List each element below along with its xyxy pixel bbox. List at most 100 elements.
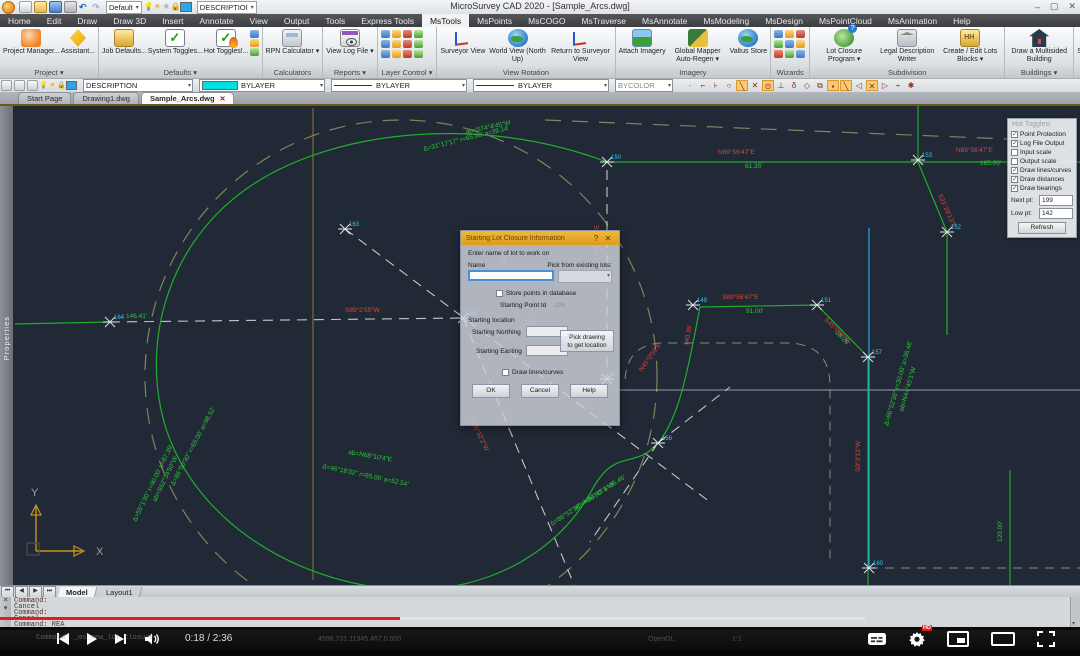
mini-tool-icon[interactable] xyxy=(796,50,805,58)
ribbon-button-draw-a-multisided-building[interactable]: Draw a Multisided Building xyxy=(1008,28,1070,63)
menu-item-edit[interactable]: Edit xyxy=(39,14,70,27)
refresh-button[interactable]: Refresh xyxy=(1018,222,1066,234)
ribbon-button-return-to-surveyor-view[interactable]: Return to Surveyor View xyxy=(550,28,612,63)
mini-tool-icon[interactable] xyxy=(796,40,805,48)
menu-item-help[interactable]: Help xyxy=(945,14,978,27)
toggle-checkbox-log-file-output[interactable]: ✓ xyxy=(1011,140,1018,147)
layer-prev-icon[interactable] xyxy=(14,80,25,91)
pick-lots-dropdown[interactable] xyxy=(558,270,612,283)
menu-item-mstools[interactable]: MsTools xyxy=(422,14,469,27)
ribbon-group-label[interactable]: Layer Control ▾ xyxy=(378,67,437,78)
menu-item-msanimation[interactable]: MsAnimation xyxy=(880,14,945,27)
mini-tool-icon[interactable] xyxy=(774,50,783,58)
color-combo[interactable]: BYLAYER▾ xyxy=(199,79,325,92)
ribbon-group-label[interactable]: Imagery xyxy=(616,67,771,78)
next-pt-input[interactable]: 199 xyxy=(1039,195,1073,206)
mini-tool-icon[interactable] xyxy=(785,40,794,48)
ribbon-button-rpn-calculator[interactable]: RPN Calculator ▾ xyxy=(266,28,320,56)
mini-tool-icon[interactable] xyxy=(250,39,259,47)
layout-tab-layout1[interactable]: Layout1 xyxy=(97,587,141,598)
ribbon-button-create-edit-lots-blocks[interactable]: Create / Edit Lots Blocks ▾ xyxy=(939,28,1001,63)
menu-item-mscogo[interactable]: MsCOGO xyxy=(520,14,573,27)
toggle-checkbox-output-scale[interactable] xyxy=(1011,158,1018,165)
mini-tool-icon[interactable] xyxy=(414,40,423,48)
dialog-close-button[interactable]: ✕ xyxy=(602,234,614,243)
dialog-title-bar[interactable]: Starting Lot Closure Information ? ✕ xyxy=(461,231,619,245)
lineweight-combo[interactable]: BYLAYER▾ xyxy=(473,79,609,92)
snap-icon-0[interactable]: · xyxy=(684,80,696,91)
snow-icon[interactable]: ✳ xyxy=(162,2,171,12)
mini-tool-icon[interactable] xyxy=(774,40,783,48)
mini-tool-icon[interactable] xyxy=(381,50,390,58)
snap-icon-4[interactable]: ╲ xyxy=(736,80,748,91)
survey-point[interactable]: 149 xyxy=(686,298,708,310)
ribbon-button-view-log-file[interactable]: View Log File ▾ xyxy=(326,28,373,56)
ribbon-group-label[interactable]: Calculators xyxy=(263,67,323,78)
open-file-icon[interactable] xyxy=(34,1,47,13)
mini-tool-icon[interactable] xyxy=(403,50,412,58)
panel-pin-icon[interactable]: ▼ xyxy=(1066,108,1074,117)
lot-name-input[interactable] xyxy=(468,270,554,281)
ribbon-button-project-manager-[interactable]: Project Manager... xyxy=(3,28,60,56)
mini-tool-icon[interactable] xyxy=(403,40,412,48)
ribbon-group-label[interactable]: Defaults ▾ xyxy=(99,67,262,78)
toggle-checkbox-point-protection[interactable]: ✓ xyxy=(1011,131,1018,138)
snap-icon-2[interactable]: ⊦ xyxy=(710,80,722,91)
ribbon-button-attach-imagery[interactable]: Attach Imagery xyxy=(619,28,666,56)
ribbon-group-label[interactable]: GIS xyxy=(1074,67,1080,78)
layer-tool-icon[interactable] xyxy=(1,80,12,91)
low-pt-input[interactable]: 142 xyxy=(1039,208,1073,219)
ribbon-mini-column[interactable] xyxy=(250,28,259,56)
lamp-icon[interactable]: 💡 xyxy=(144,2,153,12)
survey-point[interactable]: 156 xyxy=(651,436,673,448)
ribbon-button-legal-description-writer[interactable]: Legal Description Writer xyxy=(876,28,938,63)
snap-icon-17[interactable]: ✱ xyxy=(905,80,917,91)
menu-item-output[interactable]: Output xyxy=(276,14,318,27)
mini-tool-icon[interactable] xyxy=(414,50,423,58)
ribbon-group-label[interactable]: Wizards xyxy=(771,67,809,78)
snap-icon-6[interactable]: ⊙ xyxy=(762,80,774,91)
snap-icon-7[interactable]: ⊥ xyxy=(775,80,787,91)
lamp-icon[interactable]: 💡 xyxy=(39,81,48,91)
snap-icon-8[interactable]: δ xyxy=(788,80,800,91)
menu-item-msmodeling[interactable]: MsModeling xyxy=(695,14,757,27)
mini-tool-icon[interactable] xyxy=(392,50,401,58)
snap-icon-14[interactable]: ✕ xyxy=(866,80,878,91)
doc-tab-sample-arcs-dwg[interactable]: Sample_Arcs.dwg✕ xyxy=(141,92,234,104)
ribbon-button-lot-closure-program[interactable]: Lot Closure Program ▾ xyxy=(813,28,875,63)
lock-icon[interactable]: 🔒 xyxy=(57,81,66,91)
plot-icon[interactable] xyxy=(64,1,77,13)
ribbon-group-label[interactable]: Subdivision xyxy=(810,67,1004,78)
mini-tool-icon[interactable] xyxy=(381,40,390,48)
mini-tool-icon[interactable] xyxy=(250,30,259,38)
toggle-checkbox-input-scale[interactable] xyxy=(1011,149,1018,156)
menu-item-draw[interactable]: Draw xyxy=(69,14,105,27)
mini-tool-icon[interactable] xyxy=(403,30,412,38)
mini-tool-icon[interactable] xyxy=(774,30,783,38)
sun-icon[interactable]: ☀ xyxy=(48,81,57,91)
redo-icon[interactable]: ↷ xyxy=(92,2,103,12)
menu-item-express-tools[interactable]: Express Tools xyxy=(353,14,422,27)
command-gutter[interactable]: ✕▾ xyxy=(0,597,11,627)
mini-tool-icon[interactable] xyxy=(250,48,259,56)
menu-item-mstraverse[interactable]: MsTraverse xyxy=(573,14,634,27)
close-button[interactable]: ✕ xyxy=(1068,1,1076,12)
sun-icon[interactable]: ☀ xyxy=(153,2,162,12)
maximize-button[interactable]: ▢ xyxy=(1050,1,1059,12)
ribbon-button-global-mapper-auto-regen[interactable]: Global Mapper Auto-Regen ▾ xyxy=(667,28,729,63)
theater-mode-icon[interactable] xyxy=(991,632,1015,646)
snap-icon-16[interactable]: ⌁ xyxy=(892,80,904,91)
help-button[interactable]: Help xyxy=(570,384,608,398)
color-swatch-icon[interactable] xyxy=(180,2,192,12)
snap-icon-5[interactable]: ✕ xyxy=(749,80,761,91)
menu-item-msannotate[interactable]: MsAnnotate xyxy=(634,14,695,27)
menu-item-home[interactable]: Home xyxy=(0,14,39,27)
menu-item-tools[interactable]: Tools xyxy=(317,14,353,27)
doc-tab-start-page[interactable]: Start Page xyxy=(18,92,71,104)
pick-drawing-button[interactable]: Pick drawing to get location xyxy=(560,330,614,352)
properties-panel-tab[interactable]: Properties xyxy=(0,106,13,585)
snap-icon-12[interactable]: ╲ xyxy=(840,80,852,91)
doc-tab-close-icon[interactable]: ✕ xyxy=(220,95,226,103)
ribbon-button-system-toggles-[interactable]: System Toggles... xyxy=(148,28,203,56)
survey-point[interactable]: 152 xyxy=(940,225,962,237)
